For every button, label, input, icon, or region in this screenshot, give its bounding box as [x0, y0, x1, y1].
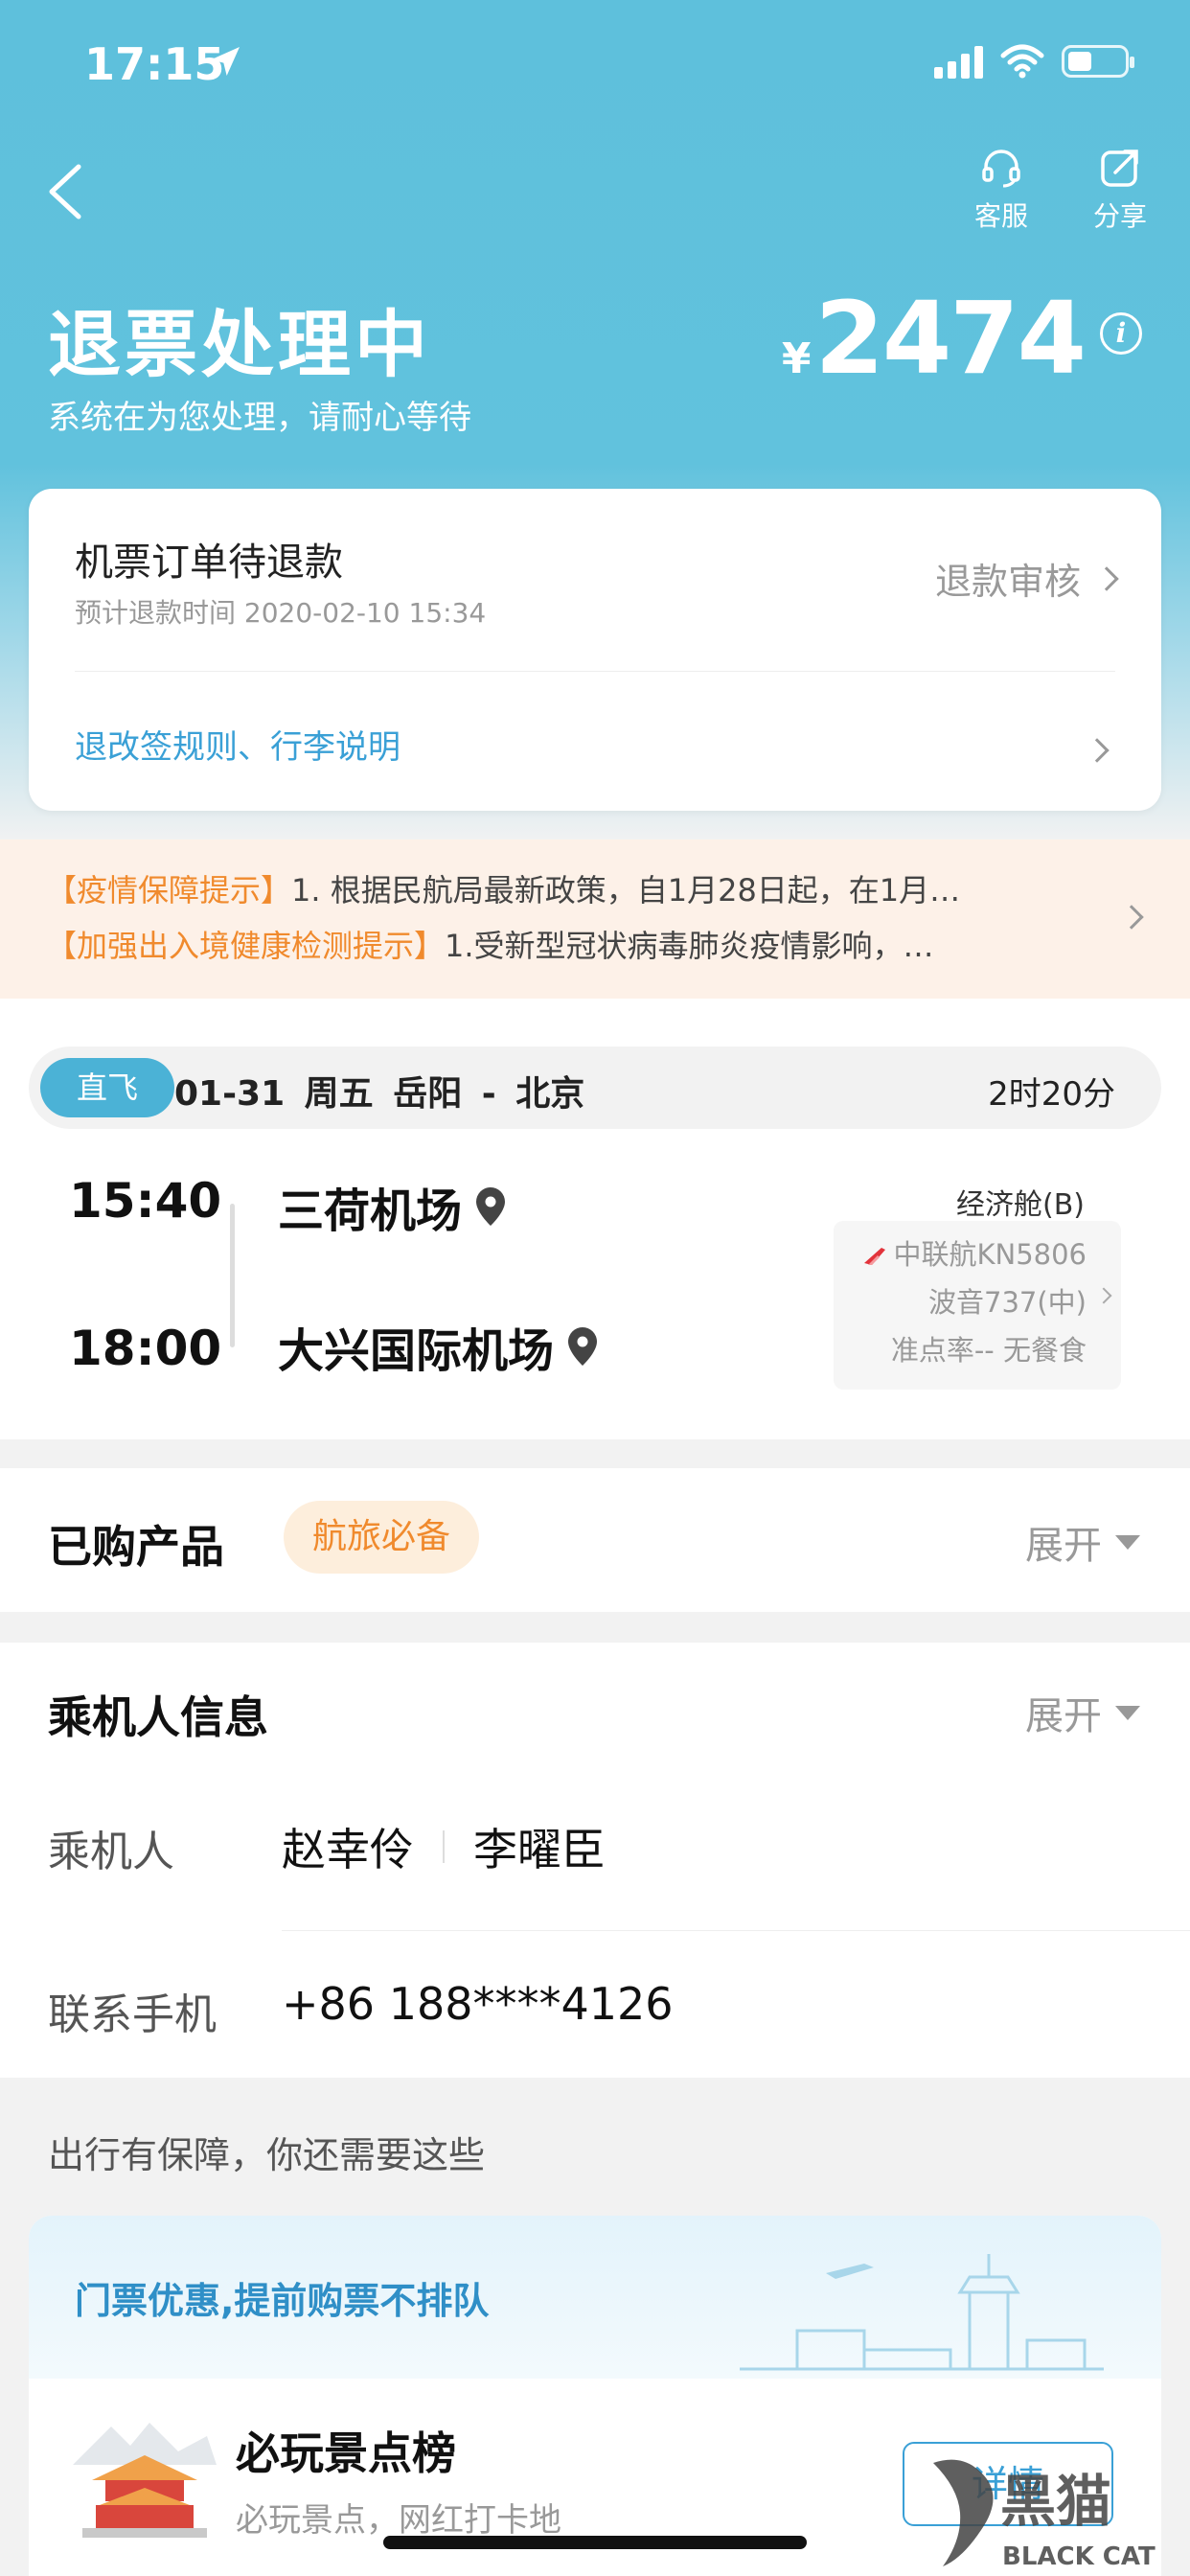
arrival-airport-name: 大兴国际机场	[278, 1324, 555, 1378]
direct-flight-badge: 直飞	[40, 1058, 174, 1117]
refund-status-card: 机票订单待退款 预计退款时间 2020-02-10 15:34 退款审核 退改签…	[29, 489, 1161, 811]
currency-symbol: ¥	[781, 334, 812, 383]
page-title: 退票处理中	[48, 302, 431, 387]
refund-amount: ¥ 2474	[781, 280, 1087, 397]
caret-down-icon	[1115, 1534, 1140, 1550]
refund-review-label: 退款审核	[934, 561, 1081, 603]
flight-duration: 2时20分	[988, 1075, 1115, 1114]
purchased-expand-button[interactable]: 展开	[1025, 1514, 1140, 1570]
back-button[interactable]	[38, 153, 96, 230]
departure-airport-name: 三荷机场	[278, 1184, 463, 1238]
promo-item-title: 必玩景点榜	[236, 2427, 456, 2479]
flight-number: 中联航KN5806	[862, 1232, 1087, 1273]
status-bar: 17:15	[0, 0, 1190, 125]
departure-airport[interactable]: 三荷机场	[278, 1173, 508, 1240]
battery-icon	[1062, 45, 1134, 78]
page-subtitle: 系统在为您处理，请耐心等待	[48, 399, 471, 437]
wifi-icon	[1000, 44, 1044, 79]
divider	[75, 671, 1115, 672]
amount-value: 2474	[814, 280, 1087, 397]
caret-down-icon	[1115, 1705, 1140, 1720]
cabin-class: 经济舱(B)	[956, 1188, 1085, 1222]
notice-banner[interactable]: 【疫情保障提示】1. 根据民航局最新政策，自1月28日起，在1月… 【加强出入境…	[0, 840, 1190, 999]
notice-text: 1.受新型冠状病毒肺炎疫情影响，…	[445, 928, 934, 964]
chevron-right-icon	[1119, 905, 1144, 930]
divider	[282, 1930, 1190, 1931]
status-time: 17:15	[84, 38, 225, 90]
passenger-label: 乘机人	[48, 1828, 174, 1876]
route-line	[230, 1204, 235, 1347]
divider	[443, 1830, 445, 1863]
notice-tag: 【疫情保障提示】	[46, 872, 292, 908]
passenger-names: 赵幸伶 李曜臣	[282, 1815, 606, 1878]
status-indicators	[934, 44, 1134, 79]
customer-service-button[interactable]: 客服	[958, 146, 1044, 234]
airline-logo-icon	[864, 1248, 886, 1265]
home-indicator[interactable]	[383, 2536, 807, 2549]
location-arrow-icon	[211, 47, 240, 76]
passenger-name: 李曜臣	[473, 1824, 606, 1875]
map-pin-icon	[568, 1327, 598, 1366]
purchased-title: 已购产品	[48, 1521, 224, 1573]
share-icon	[1101, 150, 1138, 187]
promo-hint: 出行有保障，你还需要这些	[48, 2134, 486, 2176]
airport-illustration	[740, 2254, 1104, 2371]
punctuality-meal: 准点率-- 无餐食	[890, 1334, 1087, 1367]
travel-essential-tag: 航旅必备	[284, 1501, 480, 1574]
share-label: 分享	[1092, 200, 1147, 232]
arrival-time: 18:00	[69, 1321, 222, 1376]
svg-text:黑猫: 黑猫	[1000, 2469, 1111, 2534]
promo-banner-text: 门票优惠,提前购票不排队	[75, 2280, 490, 2322]
notice-text: 1. 根据民航局最新政策，自1月28日起，在1月…	[291, 872, 961, 908]
purchased-products-section: 已购产品 航旅必备 展开	[0, 1468, 1190, 1612]
svg-text:BLACK CAT: BLACK CAT	[1002, 2542, 1156, 2571]
signal-icon	[934, 44, 983, 79]
rules-link[interactable]: 退改签规则、行李说明	[75, 721, 400, 768]
aircraft-type: 波音737(中)	[928, 1286, 1087, 1319]
promo-banner: 门票优惠,提前购票不排队	[29, 2216, 1161, 2379]
refund-estimate-time: 预计退款时间 2020-02-10 15:34	[75, 597, 487, 629]
notice-line-1: 【疫情保障提示】1. 根据民航局最新政策，自1月28日起，在1月…	[46, 866, 1071, 910]
headset-icon	[982, 150, 1020, 188]
chevron-right-icon	[1094, 565, 1119, 591]
departure-time: 15:40	[69, 1173, 222, 1229]
phone-number: +86 188****4126	[282, 1978, 674, 2030]
passenger-name: 赵幸伶	[282, 1824, 414, 1875]
chevron-right-icon	[1095, 1287, 1112, 1304]
watermark-logo: 黑猫 BLACK CAT	[933, 2459, 1156, 2571]
refund-card-title: 机票订单待退款	[75, 540, 343, 585]
map-pin-icon	[476, 1187, 506, 1226]
share-button[interactable]: 分享	[1077, 146, 1163, 234]
chevron-right-icon[interactable]	[1085, 738, 1110, 763]
passenger-info-title: 乘机人信息	[48, 1691, 268, 1743]
flight-summary: 01-31 周五 岳阳 - 北京	[174, 1074, 585, 1114]
passenger-info-section: 乘机人信息 展开 乘机人 赵幸伶 李曜臣 联系手机 +86 188****412…	[0, 1643, 1190, 2078]
notice-tag: 【加强出入境健康检测提示】	[46, 928, 446, 964]
promo-item-subtitle: 必玩景点，网红打卡地	[236, 2501, 561, 2540]
refund-review-link[interactable]: 退款审核	[934, 552, 1119, 605]
phone-label: 联系手机	[48, 1990, 217, 2039]
flight-card: 直飞 01-31 周五 岳阳 - 北京 2时20分 15:40 18:00 三荷…	[0, 999, 1190, 1439]
flight-info-box[interactable]: 中联航KN5806 波音737(中) 准点率-- 无餐食	[834, 1221, 1121, 1390]
customer-service-label: 客服	[973, 200, 1028, 232]
passenger-expand-button[interactable]: 展开	[1025, 1685, 1140, 1740]
arrival-airport[interactable]: 大兴国际机场	[278, 1313, 600, 1380]
notice-line-2: 【加强出入境健康检测提示】1.受新型冠状病毒肺炎疫情影响，…	[46, 922, 1071, 966]
info-icon[interactable]: i	[1100, 312, 1142, 355]
flight-summary-bar: 直飞 01-31 周五 岳阳 - 北京 2时20分	[29, 1046, 1161, 1129]
palace-icon	[73, 2423, 217, 2538]
